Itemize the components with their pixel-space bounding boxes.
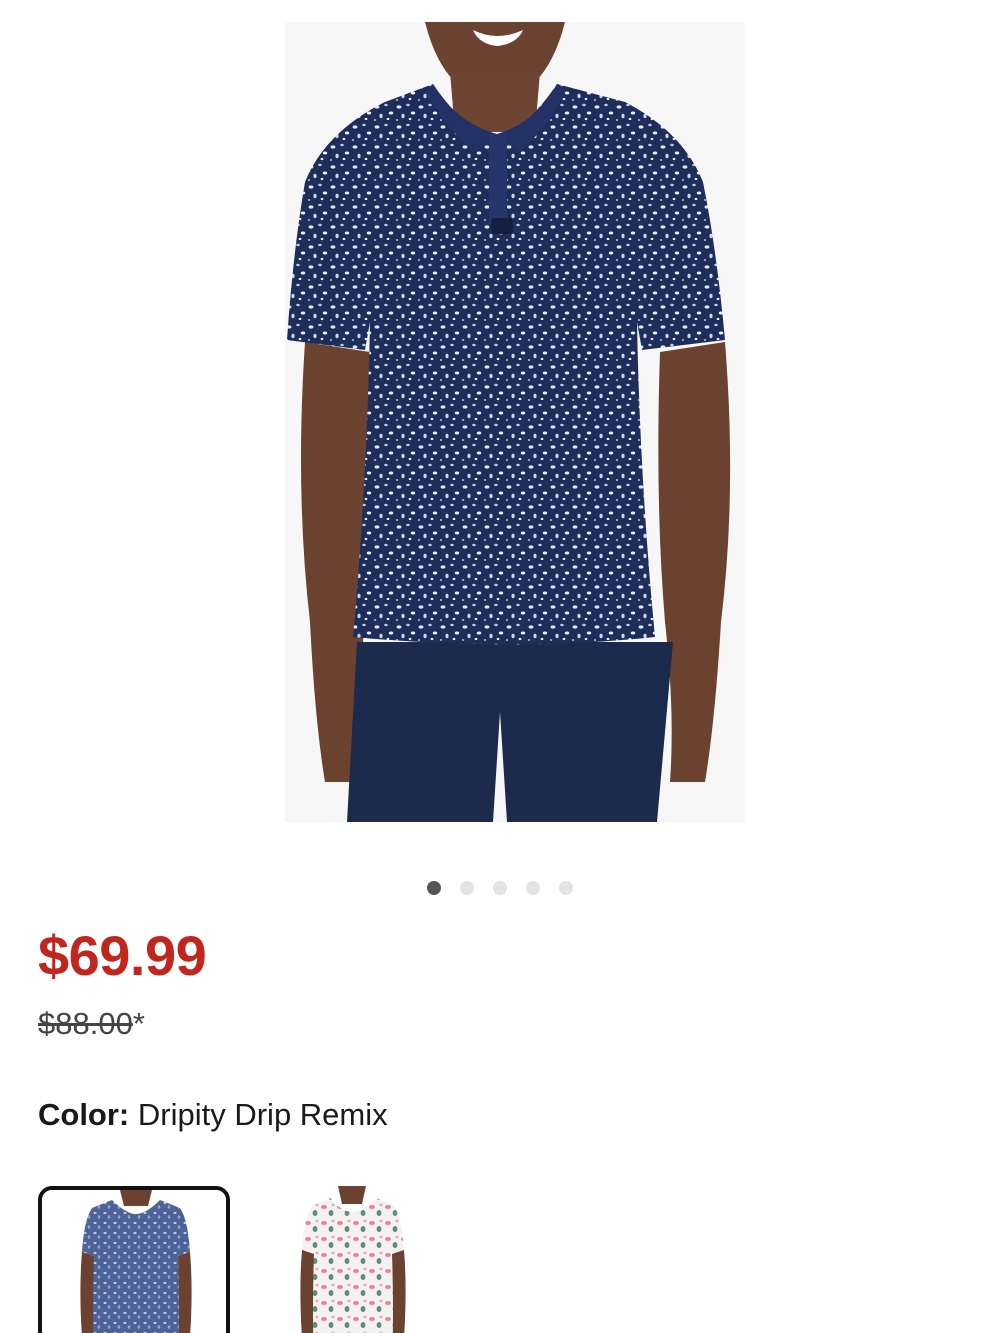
carousel-dot-5[interactable] [559, 881, 573, 895]
color-swatch-pink-floral[interactable] [256, 1186, 448, 1333]
carousel-dot-1[interactable] [427, 881, 441, 895]
original-price-asterisk: * [132, 1006, 145, 1041]
color-swatch-dripity-drip-remix[interactable] [38, 1186, 230, 1333]
carousel-dot-2[interactable] [460, 881, 474, 895]
product-page: $69.99 $88.00* Color: Dripity Drip Remix [0, 0, 1000, 1333]
carousel-dot-3[interactable] [493, 881, 507, 895]
image-carousel-dots [0, 881, 1000, 895]
color-selection-label: Color: Dripity Drip Remix [38, 1097, 388, 1132]
carousel-dot-4[interactable] [526, 881, 540, 895]
color-value: Dripity Drip Remix [137, 1097, 388, 1132]
product-image[interactable] [285, 22, 745, 822]
color-label: Color: [38, 1097, 130, 1132]
sale-price: $69.99 [38, 924, 207, 987]
original-price: $88.00* [38, 1008, 145, 1039]
original-price-value: $88.00 [38, 1006, 133, 1041]
